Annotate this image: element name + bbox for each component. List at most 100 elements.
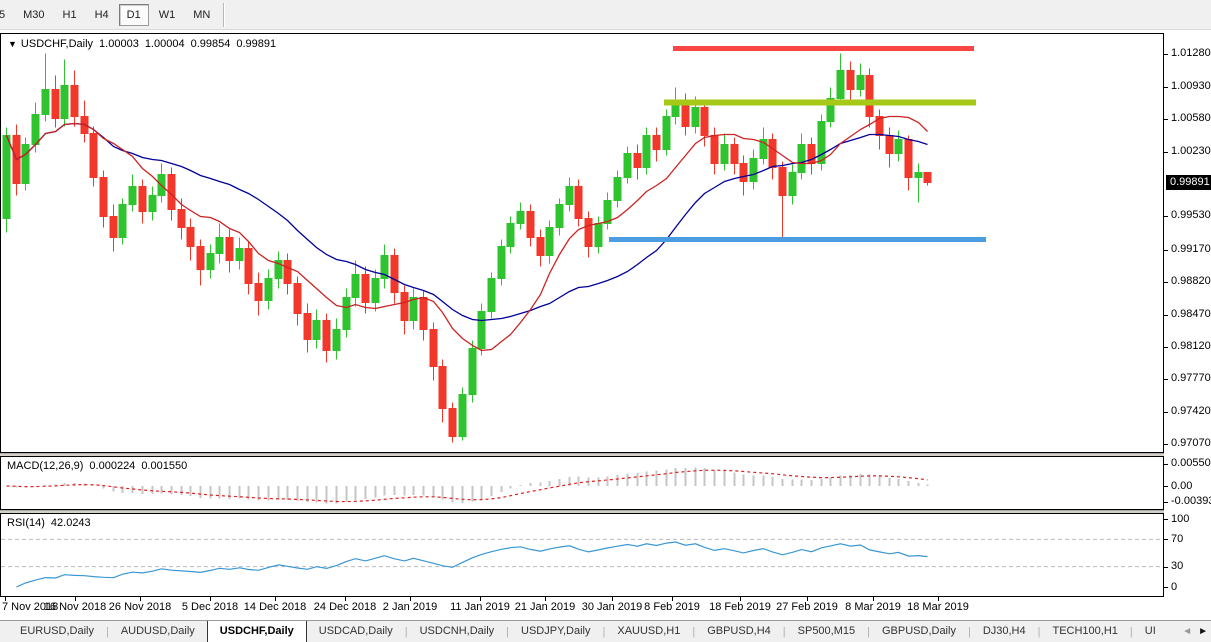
candle (90, 134, 97, 178)
axis-tick (1164, 119, 1168, 120)
candle (556, 205, 563, 228)
chart-tab-xauusd-h1[interactable]: XAUUSD,H1 (605, 621, 692, 642)
main-chart-canvas[interactable] (1, 34, 1163, 452)
ohlc-low: 0.99854 (191, 38, 231, 50)
ohlc-close: 0.99891 (236, 38, 276, 50)
chart-tab-ui[interactable]: UI (1133, 621, 1168, 642)
candle (362, 275, 369, 303)
price-axis-label: 1.00580 (1171, 112, 1211, 125)
candle (818, 122, 825, 164)
candle (527, 212, 534, 238)
date-axis-label: 27 Feb 2019 (776, 601, 838, 613)
candle (488, 279, 495, 312)
candle (255, 284, 262, 301)
macd-name: MACD(12,26,9) (7, 460, 83, 472)
candle (614, 178, 621, 201)
chart-tab-audusd-daily[interactable]: AUDUSD,Daily (109, 621, 207, 642)
chart-tab-usdjpy-daily[interactable]: USDJPY,Daily (509, 621, 603, 642)
date-axis-label: 14 Dec 2018 (244, 601, 306, 613)
candle (721, 145, 728, 164)
macd-signal-line[interactable] (7, 470, 928, 501)
candle (187, 228, 194, 247)
candle (915, 173, 922, 178)
candle (701, 108, 708, 136)
rsi-name: RSI(14) (7, 517, 45, 529)
candle (265, 279, 272, 301)
chart-tab-usdcnh-daily[interactable]: USDCNH,Daily (408, 621, 507, 642)
chart-dropdown-icon[interactable]: ▼ (8, 39, 17, 49)
chart-tab-gbpusd-daily[interactable]: GBPUSD,Daily (870, 621, 968, 642)
candle (643, 136, 650, 168)
ohlc-high: 1.00004 (145, 38, 185, 50)
candle (847, 71, 854, 90)
ma-slow-line[interactable] (7, 124, 928, 321)
candle (886, 136, 893, 154)
candle (323, 321, 330, 351)
chart-tab-tech100-h1[interactable]: TECH100,H1 (1040, 621, 1129, 642)
timeframe-button-h4[interactable]: H4 (87, 4, 117, 26)
candle (653, 136, 660, 150)
toolbar-separator (223, 3, 225, 27)
chart-tab-eurusd-daily[interactable]: EURUSD,Daily (8, 621, 106, 642)
candle (585, 219, 592, 247)
candle (663, 117, 670, 150)
macd-panel: MACD(12,26,9)0.0002240.001550 (0, 456, 1164, 510)
chart-tab-sp500-m15[interactable]: SP500,M15 (786, 621, 867, 642)
chart-tab-usdchf-daily[interactable]: USDCHF,Daily (207, 620, 307, 642)
candle (866, 76, 873, 117)
tab-scroll-left-icon[interactable]: ◄ (1182, 623, 1192, 641)
price-axis-label: 0.98470 (1171, 308, 1211, 321)
timeframe-button-mn[interactable]: MN (185, 4, 218, 26)
candle (32, 115, 39, 145)
candle (284, 261, 291, 284)
chart-tab-dj30-h4[interactable]: DJ30,H4 (971, 621, 1038, 642)
candle (226, 238, 233, 261)
candle (401, 293, 408, 321)
timeframe-button-h1[interactable]: H1 (55, 4, 85, 26)
candle (857, 76, 864, 90)
rsi-canvas[interactable] (1, 514, 1163, 596)
ma-fast-line[interactable] (7, 117, 928, 351)
candle (178, 210, 185, 228)
price-axis[interactable]: 1.012801.009301.005801.002300.995300.991… (1164, 30, 1211, 620)
candle (245, 249, 252, 284)
date-axis-label: 18 Feb 2019 (709, 601, 771, 613)
candle (372, 279, 379, 303)
date-axis-label: 18 Mar 2019 (907, 601, 969, 613)
chart-tab-gbpusd-h4[interactable]: GBPUSD,H4 (695, 621, 783, 642)
date-axis-label: 5 Dec 2018 (182, 601, 238, 613)
chart-tab-usdcad-daily[interactable]: USDCAD,Daily (307, 621, 405, 642)
candle (42, 90, 49, 115)
timeframe-button-d1[interactable]: D1 (119, 4, 149, 26)
ohlc-open: 1.00003 (99, 38, 139, 50)
timeframe-button-m30[interactable]: M30 (15, 4, 52, 26)
price-axis-label: 1.00930 (1171, 80, 1211, 93)
candle (197, 247, 204, 270)
candle (905, 140, 912, 178)
candle (449, 409, 456, 437)
candle (740, 164, 747, 182)
candle (119, 205, 126, 238)
candle (343, 298, 350, 330)
candle (498, 247, 505, 279)
rsi-line[interactable] (17, 542, 928, 587)
tab-scroll-right-icon[interactable]: ► (1198, 623, 1208, 641)
price-axis-label: 1.01280 (1171, 47, 1211, 60)
price-axis-label: 0.99530 (1171, 209, 1211, 222)
macd-label: MACD(12,26,9)0.0002240.001550 (7, 460, 187, 472)
timeframe-button-5[interactable]: 5 (0, 4, 13, 26)
candle (924, 173, 931, 183)
date-axis[interactable]: 7 Nov 201816 Nov 201826 Nov 20185 Dec 20… (0, 597, 1164, 620)
candle (304, 314, 311, 340)
candle (624, 154, 631, 178)
candle (139, 187, 146, 212)
candle (731, 145, 738, 164)
timeframe-button-w1[interactable]: W1 (151, 4, 184, 26)
candle (313, 321, 320, 340)
candle (517, 212, 524, 224)
candle (110, 217, 117, 238)
date-axis-label: 26 Nov 2018 (109, 601, 171, 613)
chart-title: ▼USDCHF,Daily1.000031.000040.998540.9989… (8, 38, 276, 50)
rsi-panel: RSI(14)42.0243 (0, 513, 1164, 597)
candle (895, 140, 902, 154)
